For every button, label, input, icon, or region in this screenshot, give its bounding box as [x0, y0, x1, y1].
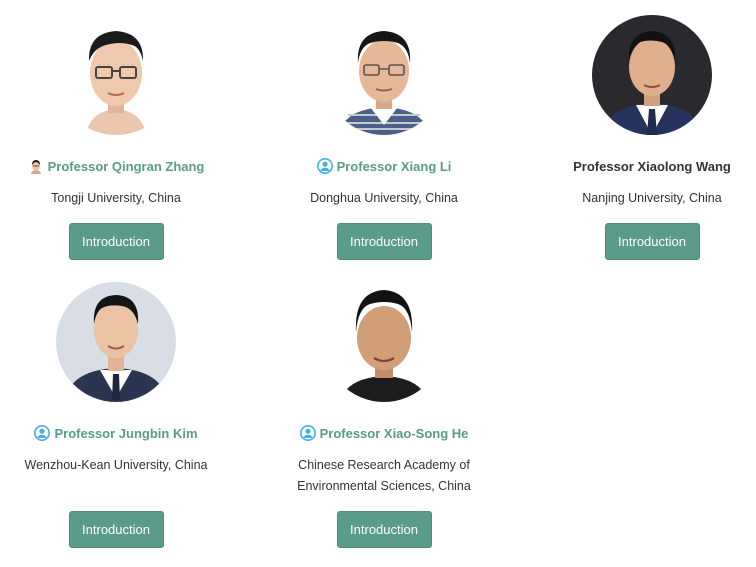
- user-icon: [34, 425, 51, 441]
- mini-portrait-icon: [27, 158, 44, 174]
- introduction-button[interactable]: Introduction: [336, 511, 432, 548]
- speaker-card-wang: Professor Xiaolong Wang Nanjing Universi…: [527, 15, 756, 260]
- speaker-card-zhang: Professor Qingran Zhang Tongji Universit…: [0, 15, 241, 260]
- portrait-photo: [592, 15, 712, 135]
- speaker-name[interactable]: Professor Xiang Li: [316, 157, 451, 175]
- speaker-affiliation: Wenzhou-Kean University, China: [24, 458, 208, 472]
- speaker-name[interactable]: Professor Xiaolong Wang: [573, 157, 731, 175]
- introduction-button[interactable]: Introduction: [68, 223, 164, 260]
- portrait-photo: [56, 282, 176, 402]
- speaker-affiliation: Donghua University, China: [310, 191, 458, 205]
- speaker-card-li: Professor Xiang Li Donghua University, C…: [259, 15, 509, 260]
- user-icon: [299, 425, 316, 441]
- user-icon: [316, 158, 333, 174]
- speaker-affiliation: Nanjing University, China: [582, 191, 722, 205]
- portrait-photo: [324, 282, 444, 402]
- speaker-affiliation: Chinese Research Academy of Environmenta…: [297, 458, 471, 493]
- speaker-affiliation: Tongji University, China: [51, 191, 181, 205]
- speaker-name[interactable]: Professor Jungbin Kim: [34, 424, 198, 442]
- portrait-photo: [56, 15, 176, 135]
- portrait-photo: [324, 15, 444, 135]
- introduction-button[interactable]: Introduction: [68, 511, 164, 548]
- speaker-name[interactable]: Professor Qingran Zhang: [27, 157, 204, 175]
- speaker-card-kim: Professor Jungbin Kim Wenzhou-Kean Unive…: [0, 282, 241, 548]
- speaker-name[interactable]: Professor Xiao-Song He: [299, 424, 468, 442]
- introduction-button[interactable]: Introduction: [604, 223, 700, 260]
- introduction-button[interactable]: Introduction: [336, 223, 432, 260]
- speaker-card-he: Professor Xiao-Song He Chinese Research …: [259, 282, 509, 548]
